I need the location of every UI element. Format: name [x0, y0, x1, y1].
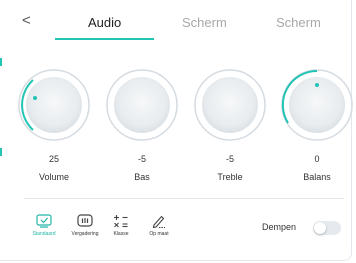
- treble-dial-icon: [194, 69, 266, 141]
- divider: [24, 198, 344, 199]
- meeting-icon: [77, 214, 93, 227]
- tab-scherm-2[interactable]: Scherm: [276, 15, 321, 30]
- pen-icon: [152, 215, 165, 228]
- mode-vergadering[interactable]: Vergadering: [65, 214, 105, 237]
- volume-label: Volume: [38, 172, 70, 182]
- balans-dial-icon: [281, 69, 353, 141]
- volume-dial-icon: [18, 69, 90, 141]
- volume-value: 25: [48, 154, 59, 164]
- bas-value: -5: [137, 154, 146, 164]
- back-chevron-icon[interactable]: <: [22, 12, 31, 29]
- balans-value: 0: [314, 154, 320, 164]
- edge-indicator: [0, 148, 2, 156]
- active-tab-indicator: [55, 38, 154, 40]
- tab-bar: Audio Scherm Scherm: [40, 12, 352, 42]
- edge-indicator: [0, 58, 2, 66]
- audio-settings-panel: < Audio Scherm Scherm 25 Volume -5 Bas -…: [0, 0, 354, 261]
- mode-vergadering-label: Vergadering: [71, 231, 99, 237]
- treble-label: Treble: [217, 172, 243, 182]
- tab-audio[interactable]: Audio: [88, 15, 121, 30]
- bas-dial-icon: [106, 69, 178, 141]
- bas-label: Bas: [134, 172, 150, 182]
- check-screen-icon: [36, 214, 52, 228]
- mode-op-maat-label: Op maat: [149, 231, 169, 237]
- toggle-thumb: [314, 222, 326, 234]
- volume-knob[interactable]: 25 Volume: [17, 68, 91, 182]
- class-icon: [114, 215, 128, 228]
- treble-value: -5: [225, 154, 234, 164]
- bas-knob[interactable]: -5 Bas: [105, 68, 179, 182]
- balans-label: Balans: [303, 172, 331, 182]
- tab-scherm[interactable]: Scherm: [182, 15, 227, 30]
- mode-klasse-label: Klasse: [113, 231, 129, 237]
- mode-standaard[interactable]: Standaard: [28, 214, 60, 237]
- balans-knob[interactable]: 0 Balans: [280, 68, 354, 182]
- treble-knob[interactable]: -5 Treble: [193, 68, 267, 182]
- mode-op-maat[interactable]: Op maat: [143, 214, 175, 237]
- mode-standaard-label: Standaard: [32, 231, 56, 237]
- mode-klasse[interactable]: Klasse: [108, 214, 134, 237]
- mute-label: Dempen: [262, 222, 297, 232]
- mute-toggle[interactable]: [313, 221, 341, 235]
